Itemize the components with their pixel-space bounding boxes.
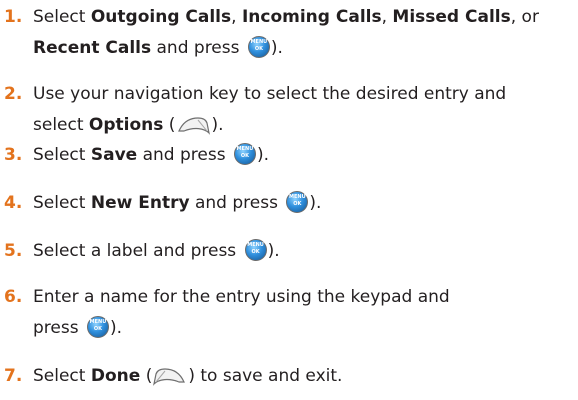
step-text: Select Outgoing Calls, Incoming Calls, M… [33,7,539,27]
step-text: Use your navigation key to select the de… [33,84,507,104]
step-text: Select New Entry and press MENU OK). [33,191,322,213]
step-number: 1. [4,7,23,27]
step-text: Select Done () to save and exit. [33,366,343,386]
step-number: 5. [4,241,23,261]
step-number: 6. [4,287,23,307]
step-text-continued: select Options (). [33,115,224,135]
right-softkey-icon [178,117,211,135]
menu-ok-key-icon: MENU OK [86,316,109,338]
menu-ok-key-icon: MENU OK [247,36,270,58]
menu-ok-key-icon: MENU OK [244,239,267,261]
emphasis-save: Save [90,145,138,165]
emphasis-outgoing-calls: Outgoing Calls [90,7,232,27]
emphasis-incoming-calls: Incoming Calls [241,7,382,27]
step-text: Enter a name for the entry using the key… [33,287,450,307]
step-text-continued: press MENU OK). [33,316,123,338]
instruction-page: 1. Select Outgoing Calls, Incoming Calls… [0,0,578,400]
step-number: 4. [4,193,23,213]
menu-ok-key-icon: MENU OK [286,191,309,213]
step-text: Select Save and press MENU OK). [33,143,270,165]
step-text: Select a label and press MENU OK). [33,239,280,261]
menu-ok-key-icon: MENU OK [233,143,256,165]
step-number: 2. [4,84,23,104]
emphasis-missed-calls: Missed Calls [392,7,511,27]
emphasis-recent-calls: Recent Calls [33,38,152,58]
step-number: 3. [4,145,23,165]
emphasis-done: Done [90,366,141,386]
left-softkey-icon [153,368,186,386]
step-text-continued: Recent Calls and press MENU OK). [33,36,283,58]
emphasis-options: Options [88,115,164,135]
step-number: 7. [4,366,23,386]
emphasis-new-entry: New Entry [90,193,190,213]
